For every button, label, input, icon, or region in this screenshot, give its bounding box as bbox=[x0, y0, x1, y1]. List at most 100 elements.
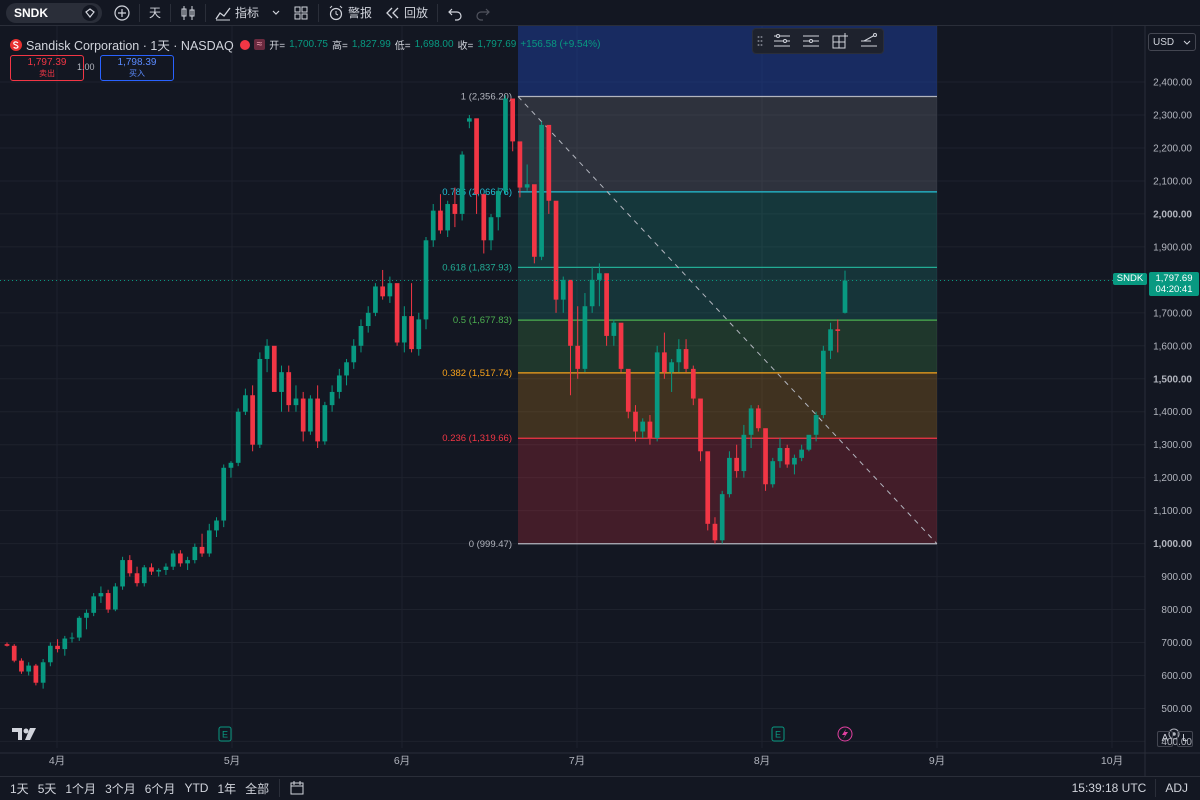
candle-body bbox=[560, 279, 566, 300]
templates-dropdown[interactable] bbox=[265, 1, 287, 25]
candle-body bbox=[127, 560, 133, 574]
candle-body bbox=[705, 451, 711, 524]
candle-body bbox=[33, 665, 39, 683]
x-tick-label: 5月 bbox=[224, 755, 240, 767]
candle-body bbox=[734, 457, 739, 472]
fib-level-label: 0.618 (1,837.93) bbox=[442, 262, 512, 273]
range-button[interactable]: 1天 bbox=[10, 780, 29, 797]
status-indicator-icon[interactable] bbox=[239, 39, 250, 50]
tradingview-logo-icon[interactable] bbox=[12, 727, 38, 746]
clock-display[interactable]: 15:39:18 UTC bbox=[1066, 776, 1153, 800]
y-tick-label: 1,100.00 bbox=[1153, 506, 1192, 517]
y-tick-label: 1,700.00 bbox=[1153, 308, 1192, 319]
range-button[interactable]: 3个月 bbox=[105, 780, 136, 797]
add-grid-icon[interactable] bbox=[829, 32, 851, 50]
candle-body bbox=[308, 398, 313, 432]
redo-button[interactable] bbox=[469, 1, 497, 25]
fib-level-label: 0.236 (1,319.66) bbox=[442, 433, 512, 444]
divider bbox=[437, 3, 439, 22]
candle-body bbox=[452, 204, 458, 214]
candle-body bbox=[4, 644, 10, 646]
range-button[interactable]: YTD bbox=[184, 781, 208, 795]
symbol-name: Sandisk Corporation · 1天 · NASDAQ bbox=[26, 39, 234, 53]
adj-button[interactable]: ADJ bbox=[1159, 776, 1194, 800]
indicators-label: 指标 bbox=[235, 6, 260, 20]
trend-tool-icon[interactable] bbox=[858, 32, 880, 50]
candle-body bbox=[777, 447, 783, 462]
replay-button[interactable]: 回放 bbox=[378, 1, 434, 25]
candle-body bbox=[748, 408, 754, 435]
candle-body bbox=[683, 349, 689, 369]
candle-body bbox=[604, 273, 609, 336]
candle-body bbox=[582, 306, 588, 369]
buy-button[interactable]: 1,798.39 买入 bbox=[100, 55, 174, 81]
range-button[interactable]: 5天 bbox=[38, 780, 57, 797]
x-tick-label: 8月 bbox=[754, 755, 770, 767]
diamond-icon[interactable] bbox=[82, 4, 98, 21]
range-button[interactable]: 6个月 bbox=[145, 780, 176, 797]
candle-body bbox=[47, 645, 53, 663]
y-tick-label: 1,000.00 bbox=[1153, 539, 1192, 550]
candle-body bbox=[647, 421, 653, 439]
bottom-toolbar: 1天 5天 1个月 3个月 6个月 YTD 1年 全部 15:39:18 UTC ADJ bbox=[0, 776, 1200, 799]
wave-badge-icon[interactable]: ≈ bbox=[253, 39, 266, 50]
chart-type-button[interactable] bbox=[174, 1, 202, 25]
candle-body bbox=[199, 546, 205, 554]
drag-handle-icon[interactable] bbox=[756, 32, 764, 50]
divider bbox=[1155, 779, 1157, 797]
interval-button[interactable]: 天 bbox=[143, 1, 167, 25]
high-value: 1,827.99 bbox=[351, 39, 391, 50]
calendar-icon bbox=[290, 781, 304, 795]
candle-body bbox=[380, 286, 386, 297]
symbol-axis-tag: SNDK bbox=[1113, 273, 1147, 285]
redo-icon bbox=[476, 8, 490, 21]
log-scale-button[interactable]: L bbox=[1177, 731, 1193, 747]
change-value: +156.58 (+9.54%) bbox=[520, 39, 601, 50]
y-tick-label: 2,100.00 bbox=[1153, 176, 1192, 187]
chart-area[interactable]: 1 (2,356.20) 0.786 (2,066.76) 0.618 (1,837… bbox=[0, 26, 1200, 776]
candle-body bbox=[813, 415, 819, 435]
candle-body bbox=[575, 345, 581, 369]
y-tick-label: 600.00 bbox=[1161, 671, 1192, 682]
currency-selector[interactable]: USD bbox=[1148, 33, 1196, 51]
replay-label: 回放 bbox=[404, 6, 429, 20]
divider bbox=[139, 3, 140, 22]
candle-body bbox=[26, 665, 32, 672]
drawing-toolbar bbox=[752, 28, 884, 54]
candle-body bbox=[315, 398, 320, 442]
range-button[interactable]: 1个月 bbox=[65, 780, 96, 797]
symbol-search[interactable]: SNDK bbox=[6, 2, 102, 23]
candle-body bbox=[611, 322, 617, 336]
candle-body bbox=[589, 279, 595, 307]
undo-button[interactable] bbox=[441, 1, 469, 25]
candle-body bbox=[358, 326, 364, 346]
price-chart[interactable]: 1 (2,356.20)0.786 (2,066.76)0.618 (1,837… bbox=[0, 26, 1200, 776]
sell-button[interactable]: 1,797.39 卖出 bbox=[10, 55, 84, 81]
layout-button[interactable] bbox=[287, 1, 315, 25]
candle-body bbox=[322, 405, 328, 442]
current-price: 1,797.69 bbox=[1155, 273, 1193, 284]
date-range-button[interactable] bbox=[283, 776, 311, 800]
indicators-button[interactable]: 指标 bbox=[209, 1, 265, 25]
candle-body bbox=[662, 352, 667, 373]
fib-zone bbox=[518, 191, 937, 268]
sell-price: 1,797.39 bbox=[27, 57, 67, 68]
add-symbol-button[interactable] bbox=[108, 1, 136, 25]
range-button[interactable]: 1年 bbox=[217, 780, 236, 797]
auto-scale-button[interactable]: A bbox=[1157, 731, 1173, 747]
fib-settings-icon[interactable] bbox=[771, 32, 793, 50]
grid-icon bbox=[294, 6, 308, 19]
candle-body bbox=[344, 362, 349, 376]
top-toolbar: SNDK 天 指标 警报 回放 bbox=[0, 0, 1200, 26]
fib-levels-icon[interactable] bbox=[800, 32, 822, 50]
fib-zone bbox=[518, 96, 937, 192]
alert-button[interactable]: 警报 bbox=[322, 1, 378, 25]
candle-body bbox=[271, 345, 277, 392]
spread-value: 1.00 bbox=[77, 62, 95, 72]
range-button[interactable]: 全部 bbox=[245, 780, 269, 797]
x-tick-label: 4月 bbox=[49, 755, 65, 767]
candle-body bbox=[503, 98, 508, 191]
candle-body bbox=[300, 398, 306, 432]
candle-body bbox=[495, 190, 501, 218]
fib-zone bbox=[518, 267, 937, 321]
